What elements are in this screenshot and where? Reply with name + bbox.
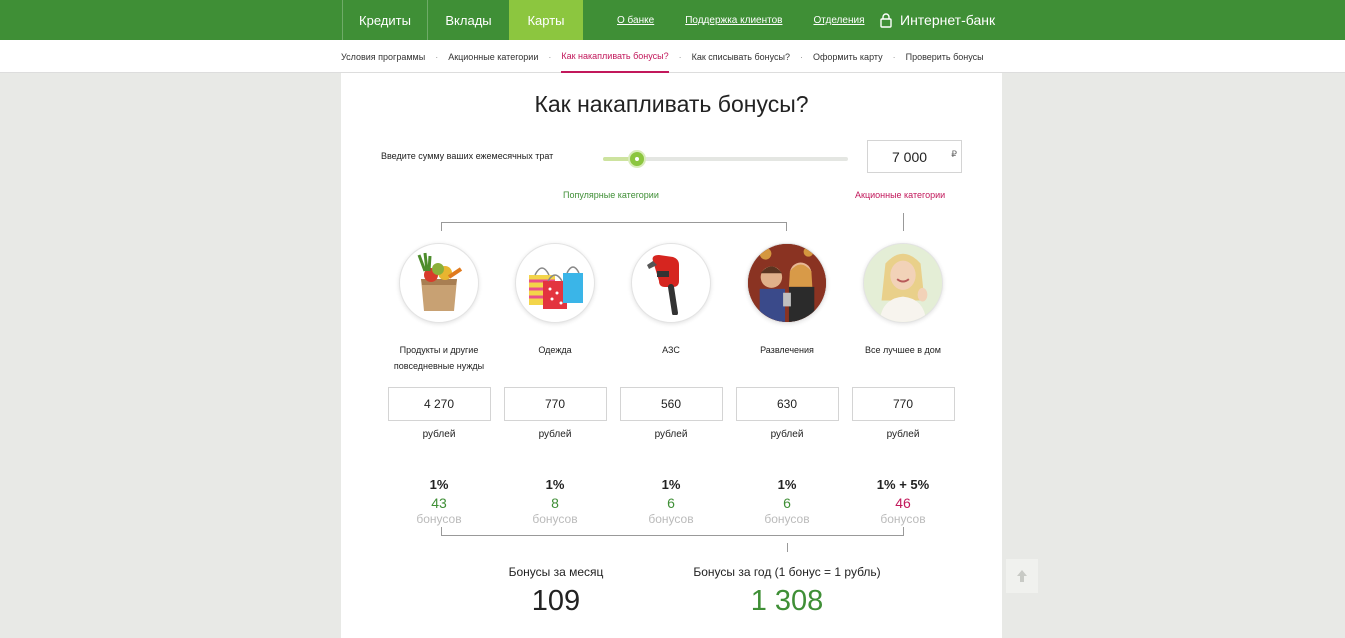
currency-unit: рублей bbox=[886, 429, 920, 440]
tab-cards[interactable]: Карты bbox=[509, 0, 583, 40]
currency-unit: рублей bbox=[770, 429, 804, 440]
bracket-line bbox=[441, 527, 442, 536]
bonus-amount: 8 bbox=[551, 495, 559, 511]
subnav-check-bonuses[interactable]: Проверить бонусы bbox=[906, 40, 984, 73]
category-column: АЗС 560 рублей 1% 6 бонусов bbox=[619, 243, 723, 526]
tab-deposits[interactable]: Вклады bbox=[427, 0, 509, 40]
yearly-bonus-label: Бонусы за год (1 бонус = 1 рубль) bbox=[693, 565, 881, 579]
category-column: Все лучшее в дом 770 рублей 1% + 5% 46 б… bbox=[851, 243, 955, 526]
subnav-promo-categories[interactable]: Акционные категории bbox=[448, 40, 538, 73]
currency-unit: рублей bbox=[538, 429, 572, 440]
top-links: О банке Поддержка клиентов Отделения bbox=[617, 0, 895, 40]
category-label: АЗС bbox=[662, 345, 680, 355]
subnav-program-terms[interactable]: Условия программы bbox=[341, 40, 425, 73]
slider-label: Введите сумму ваших ежемесячных трат bbox=[381, 151, 554, 161]
category-column: Развлечения 630 рублей 1% 6 бонусов bbox=[735, 243, 839, 526]
lock-icon bbox=[880, 12, 892, 28]
category-label: Продукты и другие повседневные нужды bbox=[393, 345, 485, 371]
bonus-amount: 43 bbox=[431, 495, 447, 511]
groceries-bag-icon bbox=[399, 243, 479, 323]
page-title: Как накапливать бонусы? bbox=[534, 91, 809, 117]
bonus-percent: 1% bbox=[545, 477, 565, 492]
popular-categories-heading: Популярные категории bbox=[563, 190, 659, 200]
category-amount-field[interactable]: 560 bbox=[619, 387, 723, 421]
currency-unit: рублей bbox=[422, 429, 456, 440]
ruble-sign: ₽ bbox=[951, 149, 957, 159]
bonus-percent: 1% bbox=[777, 477, 797, 492]
bonus-percent: 1% bbox=[661, 477, 681, 492]
category-column: Одежда 770 рублей 1% 8 бонусов bbox=[503, 243, 607, 526]
promo-categories-heading: Акционные категории bbox=[855, 190, 946, 200]
shopping-bags-icon bbox=[515, 243, 595, 323]
spending-slider[interactable] bbox=[603, 150, 848, 168]
category-label: Все лучшее в дом bbox=[865, 345, 941, 355]
bonus-percent: 1% + 5% bbox=[876, 477, 930, 492]
bracket-line bbox=[441, 222, 787, 223]
subnav-separator: · bbox=[435, 51, 439, 62]
yearly-bonus-total: Бонусы за год (1 бонус = 1 рубль) 1 308 bbox=[677, 565, 897, 618]
cinema-people-icon bbox=[747, 243, 827, 323]
internet-bank-label: Интернет-банк bbox=[900, 12, 996, 28]
currency-unit: рублей bbox=[654, 429, 688, 440]
category-amount-field[interactable]: 770 bbox=[503, 387, 607, 421]
subnav-separator: · bbox=[678, 51, 682, 62]
fuel-nozzle-icon bbox=[631, 243, 711, 323]
category-amount-field[interactable]: 4 270 bbox=[387, 387, 491, 421]
bonus-amount: 6 bbox=[667, 495, 675, 511]
amount-value: 7 000 bbox=[892, 148, 928, 165]
bonus-unit: бонусов bbox=[880, 512, 926, 526]
yearly-bonus-value: 1 308 bbox=[750, 585, 824, 617]
category-amount-field[interactable]: 630 bbox=[735, 387, 839, 421]
bonus-percent: 1% bbox=[429, 477, 449, 492]
bracket-line bbox=[441, 535, 904, 536]
subnav-separator: · bbox=[548, 51, 552, 62]
subnav-separator: · bbox=[892, 51, 896, 62]
internet-bank-link[interactable]: Интернет-банк bbox=[880, 0, 995, 40]
category-column: Продукты и другие повседневные нужды 4 2… bbox=[387, 243, 491, 526]
product-tabs: Кредиты Вклады Карты bbox=[342, 0, 583, 40]
subnav-separator: · bbox=[799, 51, 803, 62]
bracket-line bbox=[441, 222, 442, 231]
bracket-line bbox=[787, 543, 788, 552]
bonus-calculator-panel: Как накапливать бонусы? Введите сумму ва… bbox=[341, 73, 1002, 638]
top-navigation-bar: Кредиты Вклады Карты О банке Поддержка к… bbox=[0, 0, 1345, 40]
monthly-bonus-total: Бонусы за месяц 109 bbox=[486, 565, 626, 618]
branches-link[interactable]: Отделения bbox=[813, 15, 864, 26]
bonus-unit: бонусов bbox=[764, 512, 810, 526]
category-amount-field[interactable]: 770 bbox=[851, 387, 955, 421]
about-bank-link[interactable]: О банке bbox=[617, 15, 654, 26]
bonus-unit: бонусов bbox=[416, 512, 462, 526]
scroll-to-top-button[interactable] bbox=[1006, 559, 1038, 593]
bonus-amount: 46 bbox=[895, 495, 911, 511]
bonus-amount: 6 bbox=[783, 495, 791, 511]
customer-support-link[interactable]: Поддержка клиентов bbox=[685, 15, 782, 26]
bracket-line bbox=[903, 527, 904, 536]
monthly-bonus-value: 109 bbox=[531, 585, 581, 617]
category-label: Одежда bbox=[538, 345, 572, 355]
monthly-amount-input[interactable]: 7 000 ₽ bbox=[867, 140, 962, 173]
section-subnav: Условия программы · Акционные категории … bbox=[0, 40, 1345, 73]
monthly-bonus-label: Бонусы за месяц bbox=[508, 565, 604, 579]
subnav-how-to-earn[interactable]: Как накапливать бонусы? bbox=[561, 40, 669, 73]
subnav-order-card[interactable]: Оформить карту bbox=[813, 40, 883, 73]
slider-handle[interactable] bbox=[628, 150, 647, 168]
smiling-woman-icon bbox=[863, 243, 943, 323]
category-label: Развлечения bbox=[760, 345, 814, 355]
bracket-line bbox=[903, 213, 904, 231]
bracket-line bbox=[786, 222, 787, 231]
bonus-unit: бонусов bbox=[648, 512, 694, 526]
tab-credits[interactable]: Кредиты bbox=[342, 0, 427, 40]
subnav-how-to-spend[interactable]: Как списывать бонусы? bbox=[692, 40, 790, 73]
arrow-up-icon bbox=[1017, 570, 1027, 582]
bonus-unit: бонусов bbox=[532, 512, 578, 526]
